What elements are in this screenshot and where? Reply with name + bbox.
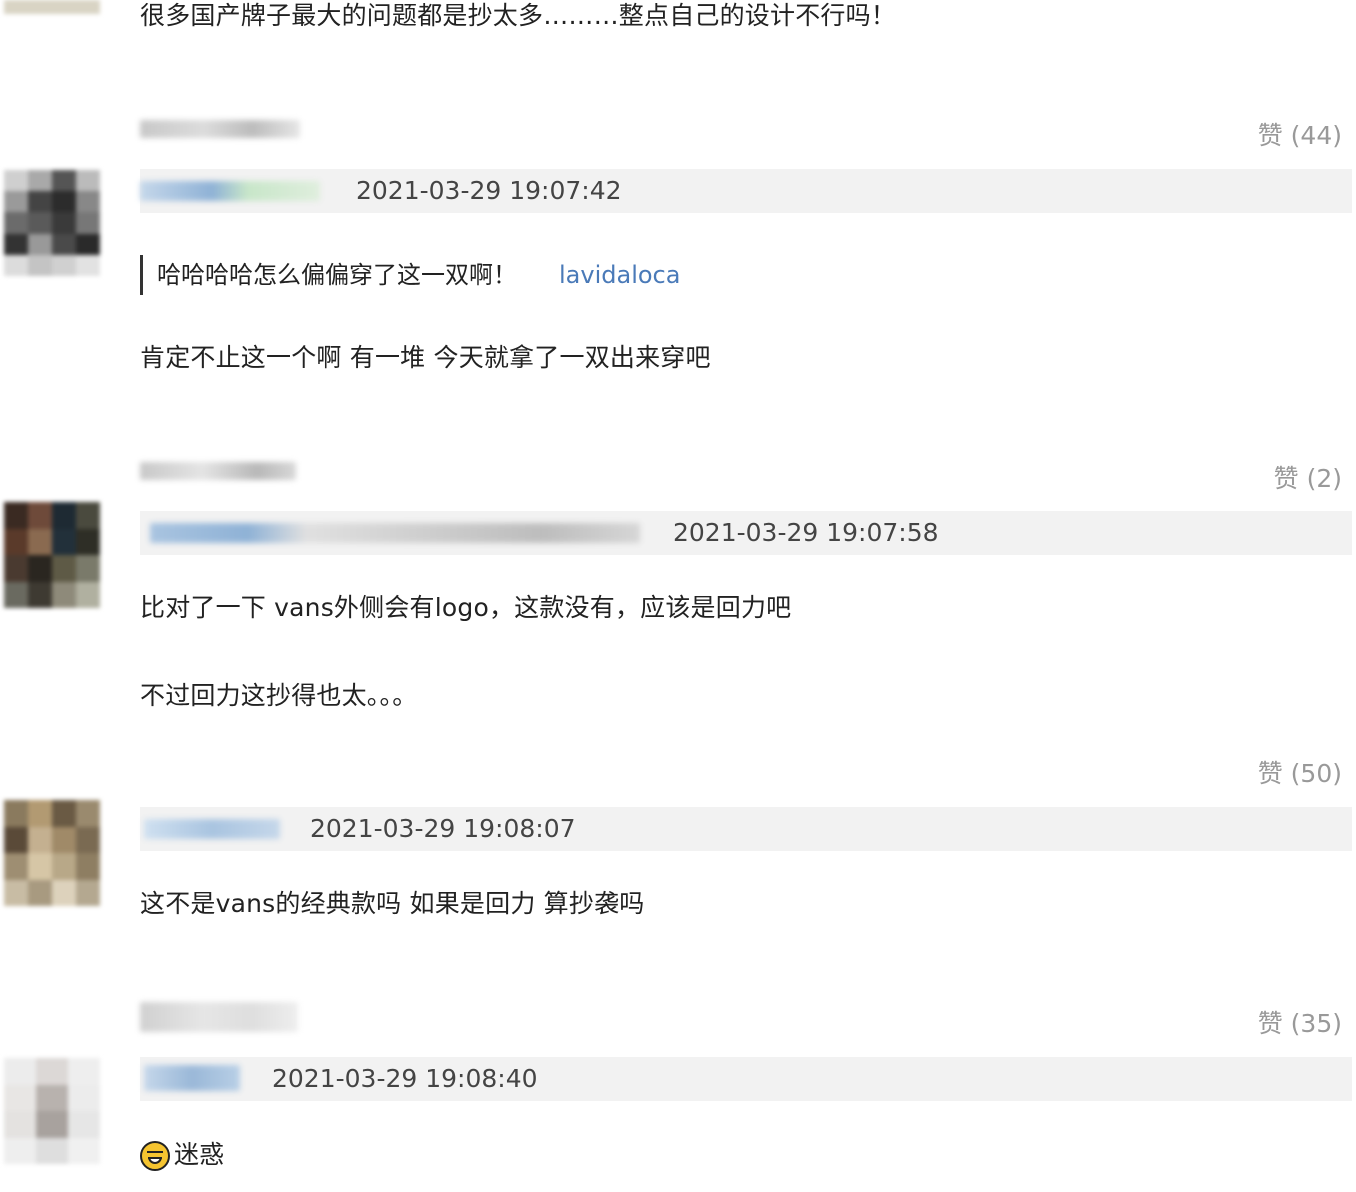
comment-text: 这不是vans的经典款吗 如果是回力 算抄袭吗: [140, 889, 645, 918]
username[interactable]: [150, 523, 640, 543]
avatar[interactable]: [4, 1058, 100, 1164]
avatar[interactable]: [4, 0, 100, 14]
like-button[interactable]: 赞 (50): [1258, 754, 1342, 790]
avatar[interactable]: [4, 170, 100, 276]
grinning-tears-emoji: [140, 1141, 170, 1171]
comment-text: 不过回力这抄得也太。。。: [140, 681, 418, 710]
reply-context-username[interactable]: [140, 462, 296, 480]
timestamp: 2021-03-29 19:08:40: [272, 1064, 538, 1093]
username[interactable]: [144, 1065, 240, 1091]
like-button[interactable]: 赞 (44): [1258, 116, 1342, 152]
reply-context-username[interactable]: [140, 1002, 298, 1032]
comment-meta-bar: 2021-03-29 19:08:07: [140, 807, 1352, 851]
username[interactable]: [144, 819, 280, 839]
like-button[interactable]: 赞 (35): [1258, 1004, 1342, 1040]
quoted-author-link[interactable]: lavidaloca: [559, 261, 680, 289]
comment-meta-bar: 2021-03-29 19:07:58: [140, 511, 1352, 555]
comment-text: 比对了一下 vans外侧会有logo，这款没有，应该是回力吧: [140, 593, 792, 622]
comment-text: 肯定不止这一个啊 有一堆 今天就拿了一双出来穿吧: [140, 343, 711, 372]
comment-text-content: 迷惑: [174, 1140, 225, 1169]
comment-meta-bar: 2021-03-29 19:08:40: [140, 1057, 1352, 1101]
avatar[interactable]: [4, 502, 100, 608]
quoted-text: 哈哈哈哈怎么偏偏穿了这一双啊！: [157, 261, 517, 289]
avatar[interactable]: [4, 800, 100, 906]
reply-context-username[interactable]: [140, 120, 300, 138]
comment-text: 很多国产牌子最大的问题都是抄太多………整点自己的设计不行吗！: [140, 1, 897, 30]
timestamp: 2021-03-29 19:08:07: [310, 814, 576, 843]
quoted-reply: 哈哈哈哈怎么偏偏穿了这一双啊！ lavidaloca: [140, 255, 680, 295]
comment-meta-bar: 2021-03-29 19:07:42: [140, 169, 1352, 213]
timestamp: 2021-03-29 19:07:58: [673, 518, 939, 547]
timestamp: 2021-03-29 19:07:42: [356, 176, 622, 205]
comment-text: 迷惑: [140, 1138, 224, 1172]
username[interactable]: [140, 181, 320, 201]
like-button[interactable]: 赞 (2): [1274, 459, 1342, 495]
